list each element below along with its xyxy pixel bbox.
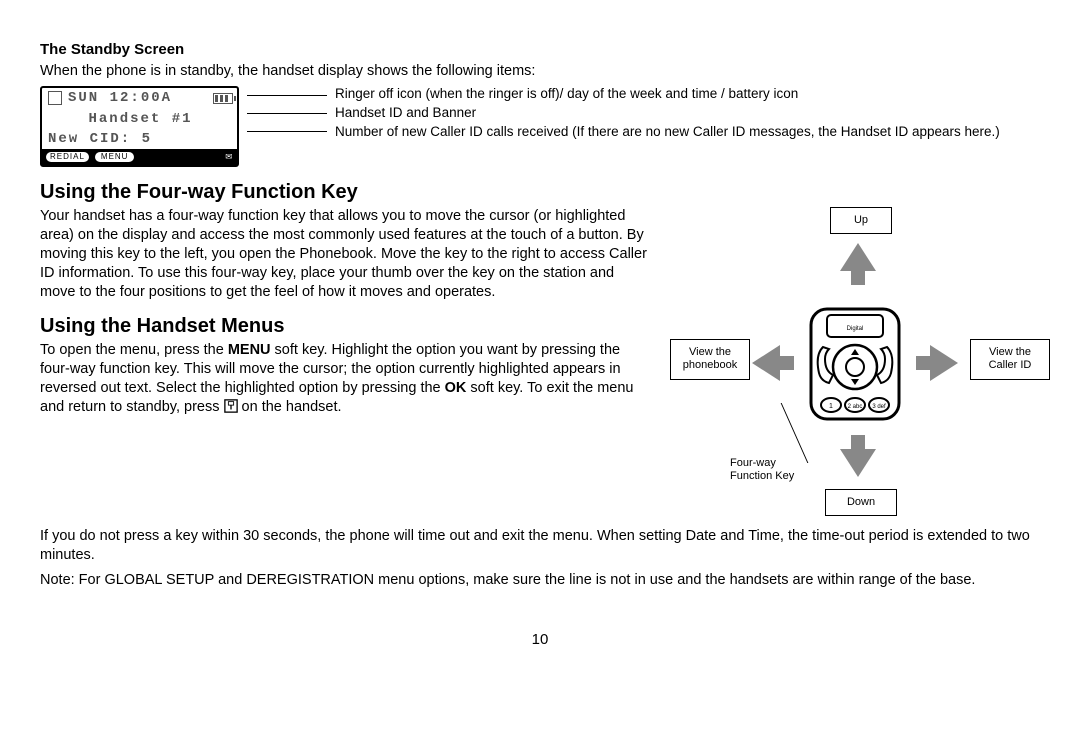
- lcd-descriptions: Ringer off icon (when the ringer is off)…: [327, 86, 1000, 143]
- handset-illustration: Digital 1 2 abc 3 def: [805, 307, 905, 422]
- svg-text:Digital: Digital: [847, 326, 864, 332]
- softkey-menu: MENU: [95, 152, 135, 162]
- dir-up: Up: [830, 207, 892, 234]
- arrow-right-icon: [930, 345, 958, 381]
- lcd-day: SUN: [68, 89, 99, 107]
- dir-down: Down: [825, 489, 897, 516]
- fourway-body: Your handset has a four-way function key…: [40, 207, 650, 301]
- desc-line2: Handset ID and Banner: [335, 105, 1000, 122]
- lcd-softkeys: REDIAL MENU ✉: [42, 149, 237, 165]
- dir-left: View the phonebook: [670, 339, 750, 379]
- dir-right: View the Caller ID: [970, 339, 1050, 379]
- desc-line3: Number of new Caller ID calls received (…: [335, 124, 1000, 141]
- menus-p3: Note: For GLOBAL SETUP and DEREGISTRATIO…: [40, 571, 1040, 590]
- desc-line1: Ringer off icon (when the ringer is off)…: [335, 86, 1000, 103]
- menus-p2: If you do not press a key within 30 seco…: [40, 527, 1040, 565]
- lcd-line1: SUN 12:00A: [42, 88, 237, 108]
- softkey-redial: REDIAL: [46, 152, 89, 162]
- battery-icon: [213, 93, 233, 104]
- arrow-up-icon: [840, 243, 876, 271]
- end-call-icon: [224, 399, 238, 413]
- standby-title: The Standby Screen: [40, 40, 1040, 60]
- lcd-line2: Handset #1: [42, 109, 237, 129]
- envelope-icon: ✉: [225, 150, 233, 164]
- lcd-line3: New CID: 5: [42, 129, 237, 149]
- menus-p1: To open the menu, press the MENU soft ke…: [40, 341, 650, 416]
- standby-diagram-row: SUN 12:00A Handset #1 New CID: 5 REDIAL …: [40, 86, 1040, 167]
- standby-intro: When the phone is in standby, the handse…: [40, 62, 1040, 81]
- fourway-title: Using the Four-way Function Key: [40, 179, 1040, 205]
- svg-text:1: 1: [829, 403, 833, 410]
- page-number: 10: [40, 630, 1040, 650]
- leader-lines: [247, 86, 327, 133]
- svg-text:3 def: 3 def: [872, 404, 886, 410]
- fnkey-label: Four-way Function Key: [730, 457, 794, 483]
- lcd-time: 12:00A: [110, 89, 172, 107]
- arrow-down-icon: [840, 449, 876, 477]
- ringer-off-icon: [48, 91, 62, 105]
- svg-text:2 abc: 2 abc: [848, 404, 863, 410]
- lcd-screen: SUN 12:00A Handset #1 New CID: 5 REDIAL …: [40, 86, 239, 167]
- fourway-diagram: Up Digital 1 2 abc: [670, 207, 1040, 527]
- arrow-left-icon: [752, 345, 780, 381]
- menus-title: Using the Handset Menus: [40, 313, 650, 339]
